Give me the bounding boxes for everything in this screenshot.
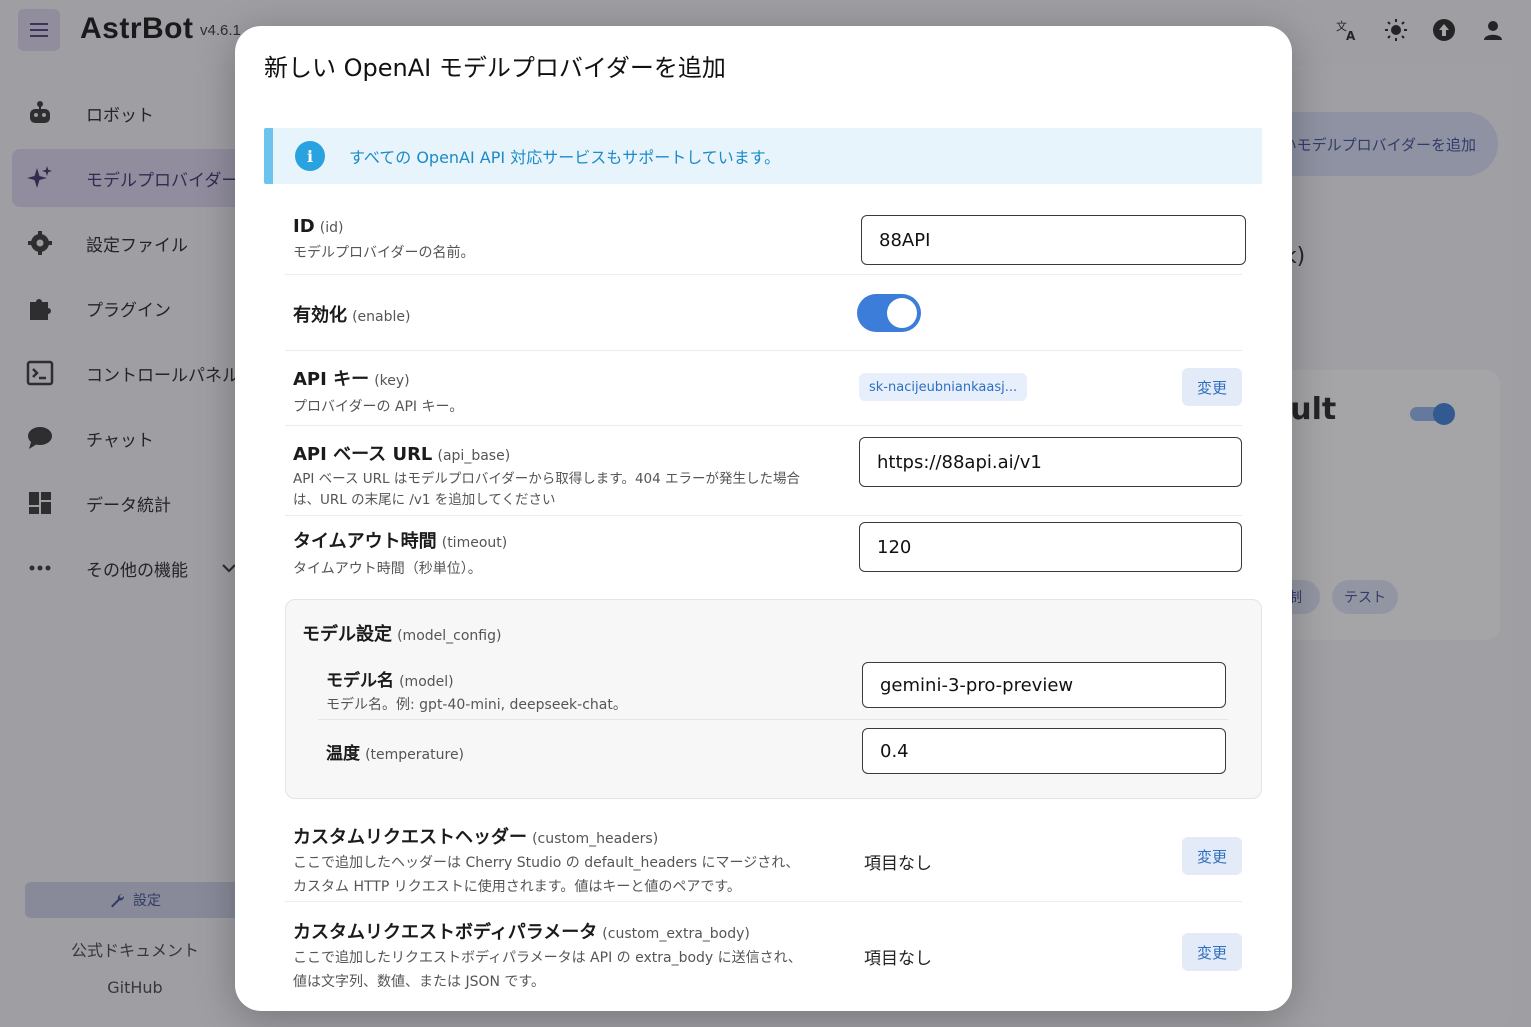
- field-description-line: 値は文字列、数値、または JSON です。: [293, 974, 546, 990]
- field-label: カスタムリクエストボディパラメータ: [293, 922, 598, 943]
- field-label: ID: [293, 216, 315, 237]
- temperature-input[interactable]: 0.4: [862, 728, 1226, 774]
- field-row-api-key: API キー (key) プロバイダーの API キー。: [285, 352, 1242, 426]
- field-key: (enable): [352, 309, 411, 325]
- model-config-group: モデル設定 (model_config) モデル名 (model) モデル名。例…: [285, 599, 1262, 799]
- custom-headers-change-button[interactable]: 変更: [1182, 837, 1242, 875]
- field-description-line: カスタム HTTP リクエストに使用されます。値はキーと値のペアです。: [293, 879, 741, 895]
- field-row-custom-headers: カスタムリクエストヘッダー (custom_headers) ここで追加したヘッ…: [285, 814, 1242, 902]
- field-label: API キー: [293, 369, 370, 390]
- field-description-line: は、URL の末尾に /v1 を追加してください: [293, 492, 556, 508]
- api-base-input[interactable]: https://88api.ai/v1: [859, 437, 1242, 487]
- field-label: カスタムリクエストヘッダー: [293, 827, 527, 848]
- field-label: API ベース URL: [293, 444, 433, 465]
- api-key-chip: sk-nacijeubniankaasj...: [859, 373, 1028, 401]
- model-name-input[interactable]: gemini-3-pro-preview: [862, 662, 1226, 708]
- custom-extra-body-change-button[interactable]: 変更: [1182, 933, 1242, 971]
- info-icon: i: [295, 141, 325, 171]
- field-description-line: ここで追加したリクエストボディパラメータは API の extra_body に…: [293, 950, 802, 966]
- custom-headers-value: 項目なし: [864, 854, 932, 874]
- field-key: (custom_extra_body): [602, 926, 750, 942]
- field-description: プロバイダーの API キー。: [293, 399, 464, 415]
- toggle-knob: [887, 298, 917, 328]
- add-provider-dialog: 新しい OpenAI モデルプロバイダーを追加 i すべての OpenAI AP…: [235, 26, 1292, 1011]
- field-label: 温度: [326, 744, 360, 764]
- field-row-enable: 有効化 (enable): [285, 276, 1242, 351]
- field-description-line: ここで追加したヘッダーは Cherry Studio の default_hea…: [293, 855, 800, 871]
- custom-extra-body-value: 項目なし: [864, 949, 932, 969]
- field-key: (temperature): [365, 747, 465, 763]
- info-alert: i すべての OpenAI API 対応サービスもサポートしています。: [264, 128, 1262, 184]
- field-key: (api_base): [437, 448, 511, 464]
- info-alert-text: すべての OpenAI API 対応サービスもサポートしています。: [349, 148, 781, 167]
- api-key-change-button[interactable]: 変更: [1182, 368, 1242, 406]
- field-label: モデル設定: [302, 624, 392, 645]
- field-label: モデル名: [326, 671, 394, 691]
- timeout-input[interactable]: 120: [859, 522, 1242, 572]
- dialog-title: 新しい OpenAI モデルプロバイダーを追加: [264, 54, 726, 82]
- field-key: (timeout): [441, 535, 508, 551]
- field-key: (custom_headers): [532, 831, 659, 847]
- field-label: タイムアウト時間: [293, 531, 437, 552]
- field-description: ここで追加したリクエストボディパラメータは API の extra_body に…: [293, 946, 1242, 994]
- field-key: (model): [399, 674, 454, 690]
- field-key: (id): [319, 220, 344, 236]
- field-row-custom-extra-body: カスタムリクエストボディパラメータ (custom_extra_body) ここ…: [285, 903, 1242, 1003]
- enable-toggle[interactable]: [857, 294, 921, 332]
- field-label: 有効化: [293, 305, 347, 326]
- field-description: ここで追加したヘッダーは Cherry Studio の default_hea…: [293, 851, 1242, 899]
- field-key: (model_config): [397, 628, 502, 644]
- field-key: (key): [374, 373, 410, 389]
- id-input[interactable]: 88API: [861, 215, 1246, 265]
- group-title: モデル設定 (model_config): [302, 620, 501, 646]
